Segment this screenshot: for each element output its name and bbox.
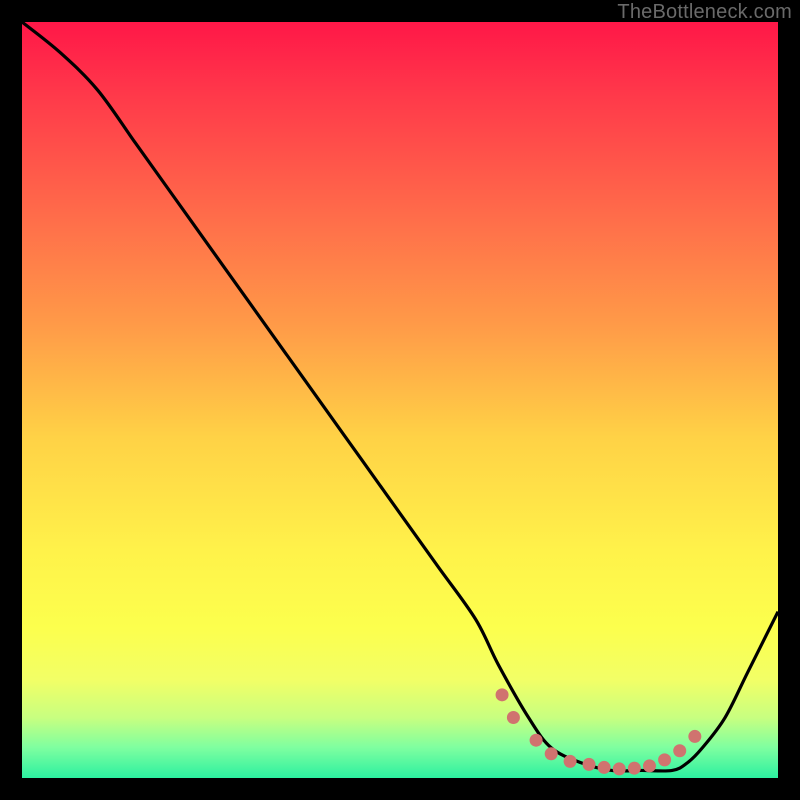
optimal-dot — [688, 730, 701, 743]
optimal-dot — [658, 753, 671, 766]
chart-stage: TheBottleneck.com — [0, 0, 800, 800]
plot-area — [22, 22, 778, 778]
optimal-dot — [530, 734, 543, 747]
optimal-dot — [496, 688, 509, 701]
optimal-dot — [613, 762, 626, 775]
bottleneck-curve-svg — [22, 22, 778, 778]
bottleneck-curve-path — [22, 22, 778, 771]
optimal-range-dots — [496, 688, 702, 775]
optimal-dot — [564, 755, 577, 768]
optimal-dot — [583, 758, 596, 771]
watermark-text: TheBottleneck.com — [617, 2, 792, 22]
optimal-dot — [598, 761, 611, 774]
optimal-dot — [643, 759, 656, 772]
optimal-dot — [507, 711, 520, 724]
optimal-dot — [673, 744, 686, 757]
optimal-dot — [628, 762, 641, 775]
optimal-dot — [545, 747, 558, 760]
